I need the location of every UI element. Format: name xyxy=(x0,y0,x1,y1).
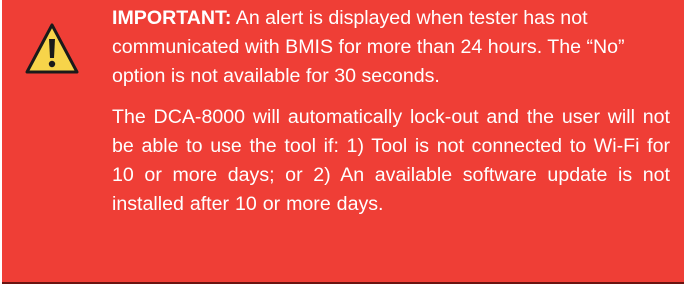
warning-triangle-icon xyxy=(25,23,79,74)
alert-paragraph-2: The DCA-8000 will automatically lock-out… xyxy=(112,106,670,215)
important-alert-box: IMPORTANT: An alert is displayed when te… xyxy=(2,0,684,284)
alert-text: IMPORTANT: An alert is displayed when te… xyxy=(112,4,670,219)
important-label: IMPORTANT: xyxy=(112,7,232,29)
alert-paragraph-1: IMPORTANT: An alert is displayed when te… xyxy=(112,4,670,91)
